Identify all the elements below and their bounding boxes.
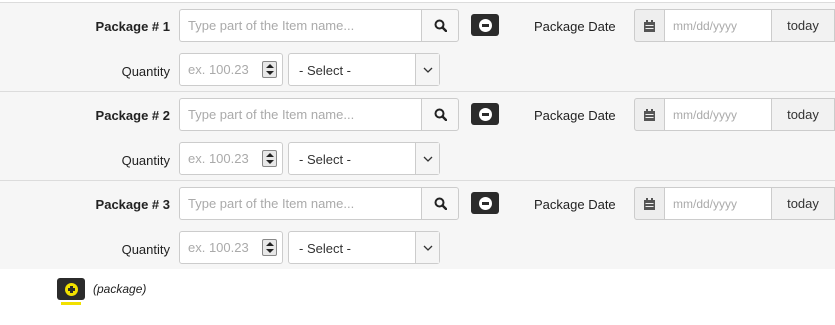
spinner-icon[interactable]	[262, 61, 277, 78]
item-search-input[interactable]	[179, 187, 421, 220]
add-package-row: (package)	[0, 271, 835, 325]
package-row: Package # 2 Package Date today Quantity …	[0, 91, 835, 180]
package-date-input[interactable]	[664, 98, 772, 131]
unit-select[interactable]: - Select -	[288, 53, 440, 86]
quantity-field	[179, 231, 283, 264]
package-date-label: Package Date	[534, 108, 616, 123]
spinner-icon[interactable]	[262, 150, 277, 167]
search-icon	[434, 197, 447, 210]
spinner-icon[interactable]	[262, 239, 277, 256]
unit-select-value: - Select -	[299, 63, 352, 78]
package-label: Package # 2	[95, 108, 170, 123]
unit-select-value: - Select -	[299, 241, 352, 256]
chevron-down-icon	[415, 54, 439, 85]
today-button[interactable]: today	[772, 9, 835, 42]
package-label: Package # 1	[95, 19, 170, 34]
unit-select[interactable]: - Select -	[288, 142, 440, 175]
search-icon	[434, 19, 447, 32]
today-button[interactable]: today	[772, 187, 835, 220]
item-search-input[interactable]	[179, 9, 421, 42]
packages-form: Package # 1 Package Date today Quantity …	[0, 0, 835, 325]
item-search-input[interactable]	[179, 98, 421, 131]
chevron-down-icon	[415, 232, 439, 263]
package-date-label: Package Date	[534, 19, 616, 34]
package-row: Package # 3 Package Date today Quantity …	[0, 180, 835, 269]
quantity-field	[179, 53, 283, 86]
remove-package-button[interactable]	[471, 14, 499, 36]
minus-circle-icon	[478, 18, 492, 32]
calendar-button[interactable]	[634, 9, 664, 42]
quantity-label: Quantity	[121, 242, 170, 257]
today-button[interactable]: today	[772, 98, 835, 131]
item-search-button[interactable]	[421, 187, 459, 220]
quantity-input[interactable]	[180, 232, 262, 263]
package-date-label: Package Date	[534, 197, 616, 212]
minus-circle-icon	[478, 196, 492, 210]
unit-select-value: - Select -	[299, 152, 352, 167]
calendar-button[interactable]	[634, 98, 664, 131]
add-package-label: (package)	[93, 282, 147, 296]
search-icon	[434, 108, 447, 121]
package-row: Package # 1 Package Date today Quantity …	[0, 2, 835, 91]
quantity-input[interactable]	[180, 143, 262, 174]
package-date-input[interactable]	[664, 187, 772, 220]
add-package-underline	[61, 302, 81, 305]
remove-package-button[interactable]	[471, 192, 499, 214]
add-package-button[interactable]	[57, 278, 85, 300]
quantity-field	[179, 142, 283, 175]
package-date-input[interactable]	[664, 9, 772, 42]
calendar-icon	[644, 108, 655, 121]
quantity-label: Quantity	[121, 153, 170, 168]
package-label: Package # 3	[95, 197, 170, 212]
plus-circle-icon	[64, 282, 78, 296]
quantity-input[interactable]	[180, 54, 262, 85]
minus-circle-icon	[478, 107, 492, 121]
item-search-button[interactable]	[421, 9, 459, 42]
remove-package-button[interactable]	[471, 103, 499, 125]
item-search-button[interactable]	[421, 98, 459, 131]
calendar-button[interactable]	[634, 187, 664, 220]
chevron-down-icon	[415, 143, 439, 174]
calendar-icon	[644, 19, 655, 32]
calendar-icon	[644, 197, 655, 210]
unit-select[interactable]: - Select -	[288, 231, 440, 264]
quantity-label: Quantity	[121, 64, 170, 79]
